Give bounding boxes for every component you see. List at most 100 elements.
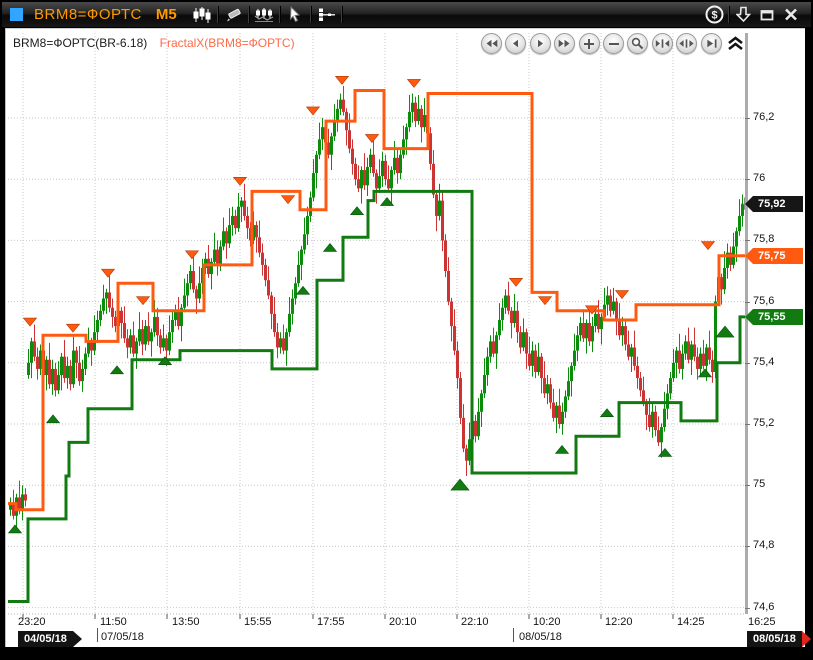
- scroll-to-end-button[interactable]: [701, 33, 722, 54]
- candle-body: [30, 341, 33, 362]
- x-axis-time-label: 20:10: [389, 616, 417, 628]
- volume-profile-icon[interactable]: [251, 4, 277, 26]
- x-axis-time-label: 13:50: [172, 616, 200, 628]
- fractal-marker-down: [366, 134, 379, 142]
- price-plot[interactable]: [8, 33, 745, 619]
- candlestick: [288, 297, 291, 337]
- dollar-icon[interactable]: $: [702, 4, 726, 26]
- candle-body: [411, 103, 414, 112]
- lower-fractal-line: [8, 191, 745, 601]
- toolbar-separator: [728, 6, 729, 23]
- y-axis-label: 75,4: [753, 356, 774, 368]
- candlestick: [72, 337, 75, 388]
- candlestick: [171, 311, 174, 343]
- candle-body: [375, 173, 378, 188]
- zoom-out-button[interactable]: [603, 33, 624, 54]
- candlestick: [696, 348, 699, 380]
- candle-body: [231, 216, 234, 225]
- candlestick: [447, 257, 450, 305]
- candlestick: [99, 305, 102, 326]
- candlestick: [633, 331, 636, 371]
- candle-body: [681, 354, 684, 369]
- candle-body: [492, 341, 495, 353]
- candlestick: [414, 97, 417, 128]
- candle-body: [531, 351, 534, 366]
- candlestick: [510, 307, 513, 338]
- y-axis-label: 75,2: [753, 417, 774, 429]
- candle-body: [666, 393, 669, 408]
- candlestick: [348, 113, 351, 153]
- candlestick: [210, 258, 213, 289]
- cursor-icon[interactable]: [282, 4, 308, 26]
- candlestick: [363, 153, 366, 190]
- download-arrow-icon[interactable]: [731, 4, 755, 26]
- candle-body: [228, 225, 231, 243]
- scroll-right-button[interactable]: [530, 33, 551, 54]
- candle-body: [606, 295, 609, 304]
- candlestick: [513, 294, 516, 328]
- y-axis-label: 75: [753, 478, 765, 490]
- candlestick: [21, 485, 24, 520]
- scroll-fast-left-button[interactable]: [481, 33, 502, 54]
- candlestick: [255, 221, 258, 252]
- candle-body: [384, 161, 387, 179]
- candle-body: [450, 302, 453, 326]
- candlestick: [279, 332, 282, 353]
- lower-fractal-price-tag: 75,55: [745, 309, 803, 325]
- candlestick: [486, 348, 489, 386]
- candle-body: [54, 369, 57, 390]
- candlestick: [675, 347, 678, 378]
- indicator-levels-icon[interactable]: [313, 4, 339, 26]
- candlestick-chart-icon[interactable]: [189, 4, 215, 26]
- candle-body: [60, 357, 63, 375]
- candle-body: [420, 109, 423, 127]
- candlestick: [546, 375, 549, 404]
- toolbar-separator: [279, 6, 280, 23]
- candlestick: [309, 191, 312, 222]
- y-axis-tick: [745, 485, 750, 486]
- candlestick: [270, 292, 273, 329]
- candle-body: [183, 295, 186, 307]
- candle-body: [519, 332, 522, 347]
- y-axis-tick: [745, 546, 750, 547]
- candle-body: [36, 357, 39, 369]
- title-bar[interactable]: BRM8=ФОРТС М5 $: [2, 2, 811, 27]
- candle-body: [657, 430, 660, 442]
- date-tick: [97, 628, 98, 642]
- compress-horizontal-button[interactable]: [652, 33, 673, 54]
- chart-toolbar: [189, 2, 344, 27]
- candle-body: [321, 127, 324, 139]
- candle-body: [138, 329, 141, 341]
- zoom-in-button[interactable]: [579, 33, 600, 54]
- candle-body: [120, 311, 123, 323]
- candle-body: [354, 164, 357, 179]
- close-icon[interactable]: [779, 4, 803, 26]
- candlestick: [456, 341, 459, 388]
- candlestick: [183, 279, 186, 313]
- candle-body: [507, 295, 510, 310]
- candle-body: [549, 384, 552, 402]
- fractal-marker-up: [451, 479, 469, 490]
- candlestick: [129, 329, 132, 353]
- candlestick: [423, 98, 426, 132]
- date-badge-arrow: [802, 631, 811, 647]
- candle-body: [45, 360, 48, 375]
- candle-body: [396, 158, 399, 173]
- toolbar-separator: [248, 6, 249, 23]
- y-axis-label: 74,8: [753, 539, 774, 551]
- collapse-toolbar-button[interactable]: [727, 36, 744, 51]
- candlestick: [45, 356, 48, 390]
- restore-icon[interactable]: [755, 4, 779, 26]
- candle-body: [102, 299, 105, 311]
- candlestick: [504, 289, 507, 313]
- fractal-marker-up: [324, 243, 337, 251]
- candlestick: [534, 344, 537, 378]
- chart-window: BRM8=ФОРТС М5 $ BRM8=ФОРТС(BR-6.18) Frac…: [0, 0, 813, 660]
- candle-body: [300, 250, 303, 265]
- x-axis-time-label: 12:20: [605, 616, 633, 628]
- candlestick: [336, 100, 339, 132]
- pencil-icon[interactable]: [220, 4, 246, 26]
- candle-body: [669, 378, 672, 393]
- candlestick: [276, 323, 279, 358]
- candle-body: [336, 109, 339, 121]
